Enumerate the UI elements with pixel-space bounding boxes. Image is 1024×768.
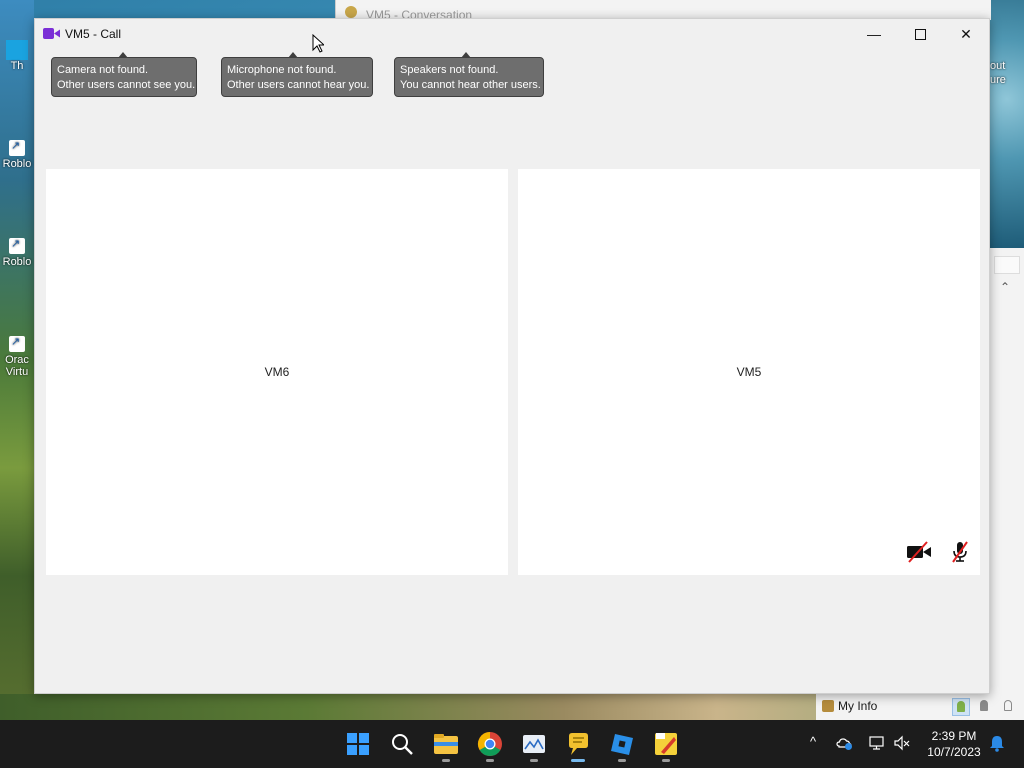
notification-bell-icon[interactable]: [988, 734, 1006, 752]
windows-start-icon: [347, 733, 369, 755]
tooltip-line: You cannot hear other users.: [400, 79, 541, 91]
speakers-not-found-tooltip: Speakers not found. You cannot hear othe…: [394, 52, 544, 97]
desktop-icon-label: Roblo: [2, 256, 32, 268]
running-indicator: [486, 759, 494, 762]
taskbar-file-explorer[interactable]: [430, 728, 462, 762]
file-explorer-icon: [434, 734, 458, 754]
desktop-icon-label: Roblo: [2, 158, 32, 170]
chrome-icon: [477, 732, 502, 757]
taskbar: ^ 2:39 PM 10/7/2023: [0, 720, 1024, 768]
this-pc-icon: [6, 40, 28, 60]
my-info-button[interactable]: My Info: [822, 699, 877, 713]
desktop-label-fragment: out: [990, 60, 1006, 72]
show-hidden-icons-button[interactable]: ^: [804, 734, 822, 752]
maximize-button[interactable]: [897, 19, 943, 49]
start-button[interactable]: [342, 728, 374, 760]
clock-date: 10/7/2023: [927, 745, 981, 759]
onedrive-info-icon[interactable]: [836, 734, 854, 752]
shortcut-icon: [9, 139, 25, 156]
desktop-icon-label: Virtu: [5, 366, 29, 378]
status-offline-icon[interactable]: [1000, 698, 1016, 714]
chevron-up-icon: ^: [809, 734, 817, 749]
volume-muted-icon[interactable]: [893, 734, 911, 752]
video-tile-remote[interactable]: VM6: [46, 169, 508, 575]
my-info-label: My Info: [838, 699, 878, 713]
desktop-icon-this-pc[interactable]: Th: [0, 40, 34, 72]
taskbar-roblox-studio[interactable]: [606, 728, 638, 762]
conversation-window-statusbar: My Info: [816, 694, 1024, 720]
microphone-off-icon[interactable]: [947, 541, 973, 563]
running-indicator: [442, 759, 450, 762]
conversation-window-titlebar[interactable]: VM5 - Conversation: [335, 0, 991, 22]
clock-time: 2:39 PM: [931, 729, 977, 743]
camera-not-found-tooltip: Camera not found. Other users cannot see…: [51, 52, 197, 97]
microphone-not-found-tooltip: Microphone not found. Other users cannot…: [221, 52, 373, 97]
call-window-title: VM5 - Call: [65, 27, 122, 41]
tooltip-line: Camera not found.: [57, 64, 149, 76]
running-indicator: [571, 759, 585, 762]
desktop-background-right: [990, 0, 1024, 248]
running-indicator: [530, 759, 538, 762]
taskbar-messenger[interactable]: [562, 728, 594, 762]
status-away-icon[interactable]: [976, 698, 992, 714]
contact-card-icon: [822, 700, 834, 712]
mouse-cursor-icon: [312, 34, 324, 53]
tooltip-line: Microphone not found.: [227, 64, 337, 76]
taskbar-photos[interactable]: [518, 728, 550, 762]
roblox-studio-icon: [611, 734, 633, 755]
desktop-icon-label: Orac: [5, 354, 29, 366]
scroll-box[interactable]: [994, 256, 1020, 274]
desktop-icon-virtualbox[interactable]: Orac Virtu: [0, 335, 34, 378]
desktop-icon-roblox-studio[interactable]: Roblo: [0, 139, 34, 170]
running-indicator: [618, 759, 626, 762]
participant-name: VM6: [264, 365, 290, 379]
contact-avatar-icon: [345, 6, 357, 18]
close-button[interactable]: ✕: [943, 19, 989, 49]
maximize-icon: [914, 29, 926, 40]
status-online-icon[interactable]: [952, 698, 970, 716]
tooltip-line: Speakers not found.: [400, 64, 499, 76]
desktop-label-fragment: ure: [990, 74, 1006, 86]
video-call-icon: [43, 28, 60, 39]
tooltip-line: Other users cannot see you.: [57, 79, 196, 91]
messenger-icon: [569, 733, 588, 755]
search-button[interactable]: [386, 728, 418, 760]
taskbar-chrome[interactable]: [474, 728, 506, 762]
taskbar-clock[interactable]: 2:39 PM 10/7/2023: [918, 728, 990, 760]
minimize-icon: —: [867, 26, 881, 42]
shortcut-icon: [9, 237, 25, 254]
minimize-button[interactable]: —: [851, 19, 897, 49]
close-icon: ✕: [960, 26, 972, 42]
roblox-player-icon: [655, 733, 677, 755]
taskbar-roblox-player[interactable]: [650, 728, 682, 762]
call-window-titlebar[interactable]: VM5 - Call — ✕: [35, 19, 989, 49]
network-icon[interactable]: [868, 734, 886, 752]
tooltip-line: Other users cannot hear you.: [227, 79, 370, 91]
desktop-icon-label: Th: [10, 60, 24, 72]
search-icon: [392, 734, 413, 755]
video-tile-self[interactable]: VM5: [518, 169, 980, 575]
photos-icon: [523, 735, 545, 753]
call-window: VM5 - Call — ✕ Camera not found. Other u…: [34, 18, 990, 694]
participant-name: VM5: [736, 365, 762, 379]
chevron-up-icon[interactable]: ⌃: [1000, 280, 1010, 294]
shortcut-icon: [9, 335, 25, 352]
running-indicator: [662, 759, 670, 762]
camera-off-icon[interactable]: [906, 541, 932, 563]
desktop-icon-roblox-player[interactable]: Roblo: [0, 237, 34, 268]
conversation-window-side: ⌃: [990, 248, 1024, 694]
